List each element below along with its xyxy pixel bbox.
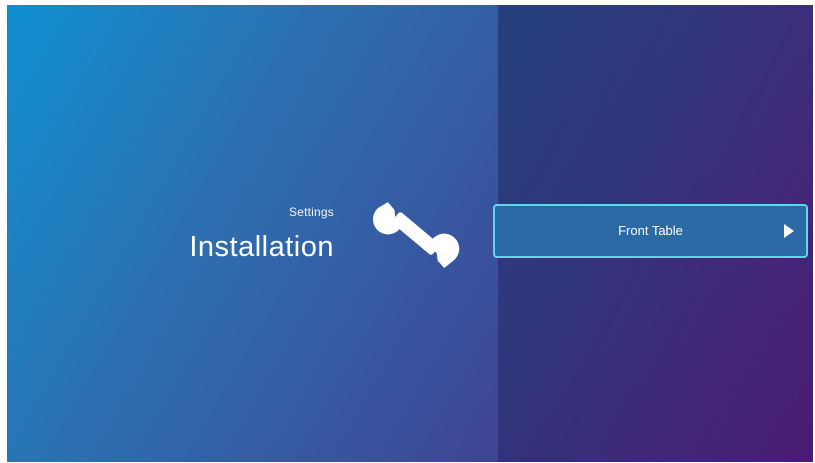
page-title: Installation	[189, 231, 334, 263]
play-arrow-icon	[784, 224, 794, 238]
option-label: Front Table	[618, 223, 683, 238]
option-front-table[interactable]: Front Table	[493, 204, 808, 258]
left-panel: Settings Installation	[7, 5, 498, 462]
page-subtitle: Settings	[289, 205, 334, 219]
wrench-icon	[372, 202, 460, 268]
